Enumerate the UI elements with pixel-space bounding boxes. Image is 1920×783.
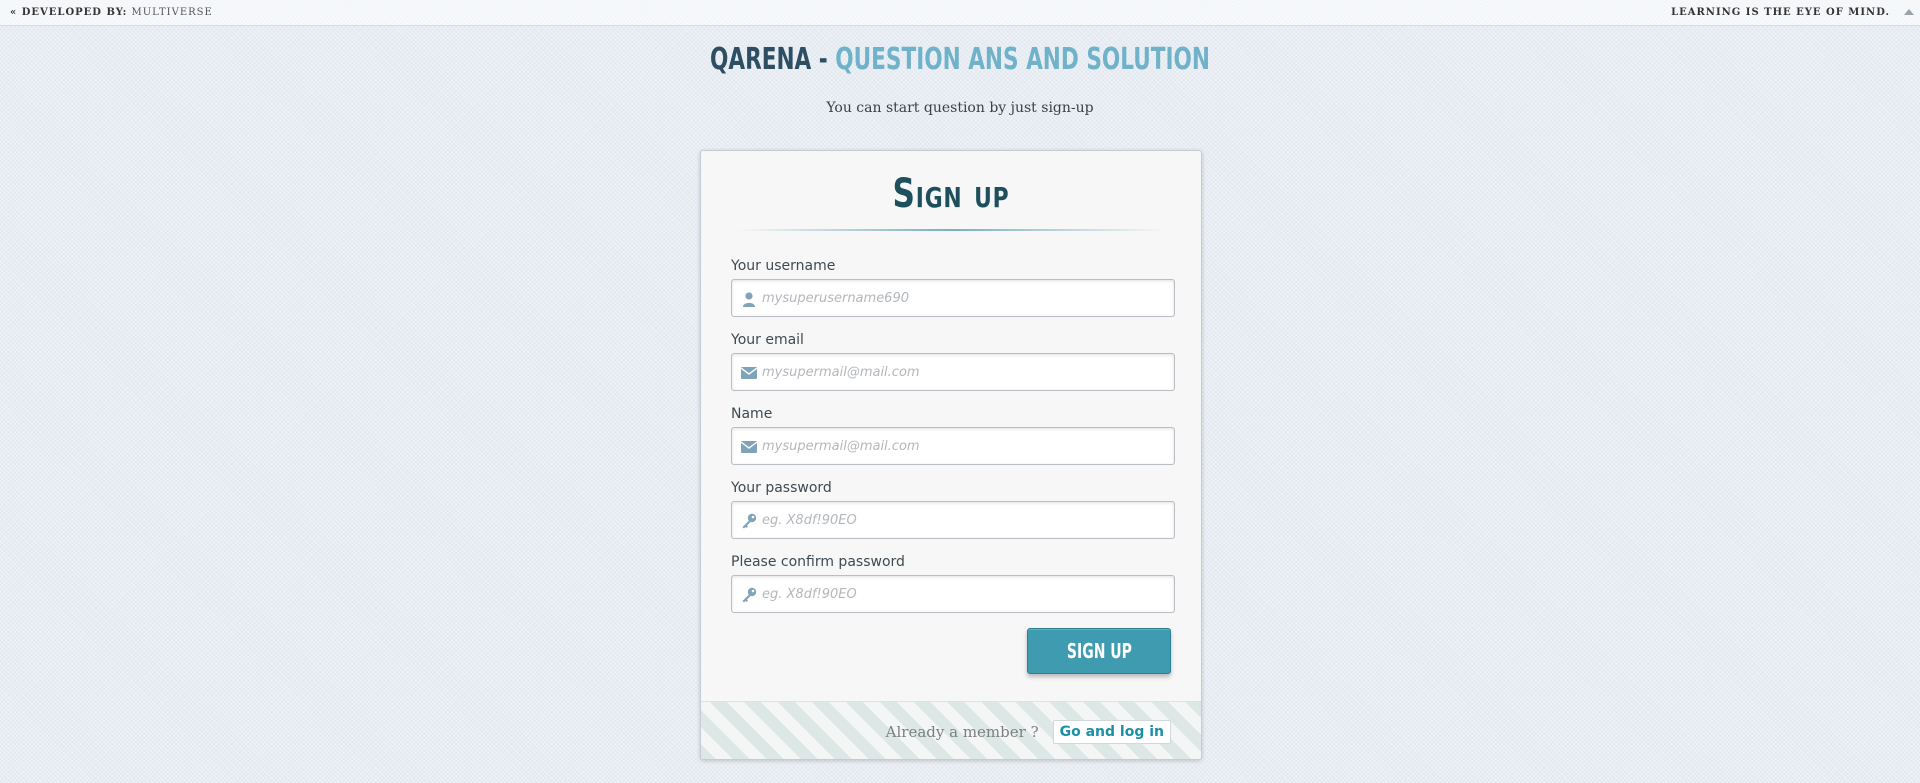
page-subtitle: You can start question by just sign-up	[826, 100, 1094, 116]
developer-credit: « Developed by: Multiverse	[10, 7, 213, 18]
key-icon	[741, 513, 757, 529]
title-dash: -	[818, 42, 828, 77]
password-input-wrapper[interactable]	[731, 501, 1175, 539]
email-label: Your email	[731, 332, 804, 348]
username-label: Your username	[731, 258, 836, 274]
confirm-password-label: Please confirm password	[731, 554, 905, 570]
card-footer: Already a member ? Go and log in	[701, 701, 1201, 759]
title-brand: QARENA	[709, 42, 812, 77]
email-input[interactable]	[762, 354, 1168, 390]
heading-divider	[736, 229, 1166, 231]
signup-card: Sign up Your username Your email Name	[700, 150, 1202, 760]
email-input-wrapper[interactable]	[731, 353, 1175, 391]
signup-button[interactable]: Sign up	[1027, 628, 1171, 674]
developer-name[interactable]: Multiverse	[132, 7, 213, 18]
login-link[interactable]: Go and log in	[1052, 719, 1171, 744]
name-input-wrapper[interactable]	[731, 427, 1175, 465]
password-field-group: Your password	[731, 479, 1175, 539]
signup-button-label: Sign up	[1066, 639, 1132, 663]
password-label: Your password	[731, 480, 832, 496]
page-title: QARENA - Question Ans and Solution	[269, 38, 1651, 82]
confirm-password-field-group: Please confirm password	[731, 553, 1175, 613]
key-icon	[741, 587, 757, 603]
scroll-up-icon[interactable]	[1904, 9, 1914, 15]
name-field-group: Name	[731, 405, 1175, 465]
already-member-text: Already a member ?	[885, 722, 1039, 741]
confirm-password-input[interactable]	[762, 576, 1168, 612]
title-tagline: Question Ans and Solution	[835, 42, 1210, 77]
signup-heading: Sign up	[892, 171, 1010, 217]
tagline: Learning is the eye of mind.	[1671, 7, 1890, 18]
username-input-wrapper[interactable]	[731, 279, 1175, 317]
username-input[interactable]	[762, 280, 1168, 316]
envelope-icon	[741, 439, 757, 455]
email-field-group: Your email	[731, 331, 1175, 391]
confirm-password-input-wrapper[interactable]	[731, 575, 1175, 613]
signup-form: Your username Your email Name	[731, 257, 1175, 627]
password-input[interactable]	[762, 502, 1168, 538]
top-bar: « Developed by: Multiverse Learning is t…	[0, 0, 1920, 26]
username-field-group: Your username	[731, 257, 1175, 317]
name-label: Name	[731, 406, 773, 422]
developer-prefix: « Developed by:	[10, 7, 128, 18]
page-header: QARENA - Question Ans and Solution You c…	[0, 38, 1920, 116]
envelope-icon	[741, 365, 757, 381]
name-input[interactable]	[762, 428, 1168, 464]
user-icon	[741, 291, 757, 307]
